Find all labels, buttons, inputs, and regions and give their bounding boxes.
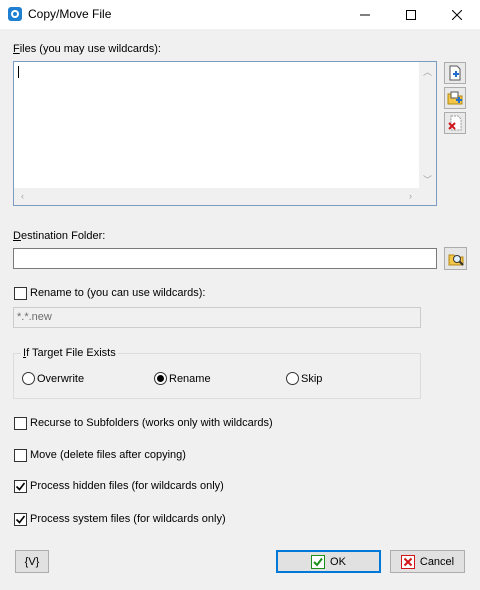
- add-file-icon: [449, 65, 461, 81]
- overwrite-label: Overwrite: [37, 373, 85, 385]
- destination-folder-input[interactable]: [13, 248, 437, 269]
- checkmark-icon: [15, 482, 26, 491]
- variables-button[interactable]: {V}: [15, 550, 49, 573]
- maximize-button[interactable]: [388, 0, 434, 29]
- scroll-left-icon[interactable]: ‹: [14, 191, 31, 201]
- cancel-button[interactable]: Cancel: [390, 550, 465, 573]
- files-label-text: iles (you may use wildcards):: [19, 43, 161, 55]
- vertical-scrollbar[interactable]: ︿ ﹀: [419, 62, 436, 188]
- system-files-label: Process system files (for wildcards only…: [30, 513, 226, 525]
- rename-option-label: Rename: [169, 373, 211, 385]
- hidden-files-label: Process hidden files (for wildcards only…: [30, 480, 224, 492]
- ok-button-label: OK: [330, 555, 346, 568]
- rename-checkbox[interactable]: [14, 287, 27, 300]
- if-target-exists-title: If Target File Exists: [21, 347, 118, 359]
- cancel-x-icon: [400, 554, 415, 569]
- add-file-button[interactable]: [444, 62, 466, 84]
- variables-button-label: {V}: [24, 555, 40, 568]
- destination-label: Destination Folder:: [13, 230, 105, 242]
- browse-folder-button[interactable]: [444, 247, 467, 270]
- files-label: Files (you may use wildcards):: [13, 43, 161, 55]
- remove-file-icon: [448, 115, 462, 131]
- destination-label-accel: D: [13, 230, 21, 242]
- skip-radio[interactable]: [286, 372, 299, 385]
- rename-label: Rename to (you can use wildcards):: [30, 287, 206, 299]
- scroll-right-icon[interactable]: ›: [402, 191, 419, 201]
- maximize-icon: [406, 9, 416, 20]
- files-textarea[interactable]: ︿ ﹀ ‹ ›: [13, 61, 437, 206]
- group-title-text: f Target File Exists: [26, 347, 116, 359]
- scroll-down-icon[interactable]: ﹀: [419, 175, 436, 185]
- close-button[interactable]: [434, 0, 480, 29]
- ok-button[interactable]: OK: [276, 550, 381, 573]
- system-files-checkbox[interactable]: [14, 513, 27, 526]
- add-folder-icon: [447, 91, 463, 105]
- hidden-files-checkbox[interactable]: [14, 480, 27, 493]
- files-label-accel: F: [13, 43, 20, 55]
- add-folder-button[interactable]: [444, 87, 466, 109]
- scroll-corner: [419, 188, 436, 205]
- recurse-label: Recurse to Subfolders (works only with w…: [30, 417, 273, 429]
- radio-selected-dot: [157, 375, 164, 382]
- minimize-button[interactable]: [342, 0, 388, 29]
- window-title: Copy/Move File: [28, 7, 112, 21]
- close-icon: [452, 9, 462, 20]
- minimize-icon: [360, 14, 370, 15]
- rename-radio[interactable]: [154, 372, 167, 385]
- text-caret: [18, 66, 19, 78]
- recurse-checkbox[interactable]: [14, 417, 27, 430]
- skip-label: Skip: [301, 373, 323, 385]
- ok-check-icon: [311, 554, 326, 569]
- cancel-button-label: Cancel: [419, 555, 455, 568]
- overwrite-radio[interactable]: [22, 372, 35, 385]
- move-checkbox[interactable]: [14, 449, 27, 462]
- horizontal-scrollbar[interactable]: ‹ ›: [14, 188, 419, 205]
- checkmark-icon: [15, 515, 26, 524]
- remove-file-button[interactable]: [444, 112, 466, 134]
- destination-label-text: estination Folder:: [20, 230, 106, 242]
- rename-input: *.*.new: [13, 307, 421, 328]
- scroll-up-icon[interactable]: ︿: [419, 67, 436, 77]
- browse-folder-icon: [448, 254, 464, 266]
- move-label: Move (delete files after copying): [30, 449, 186, 461]
- app-icon: [7, 6, 23, 22]
